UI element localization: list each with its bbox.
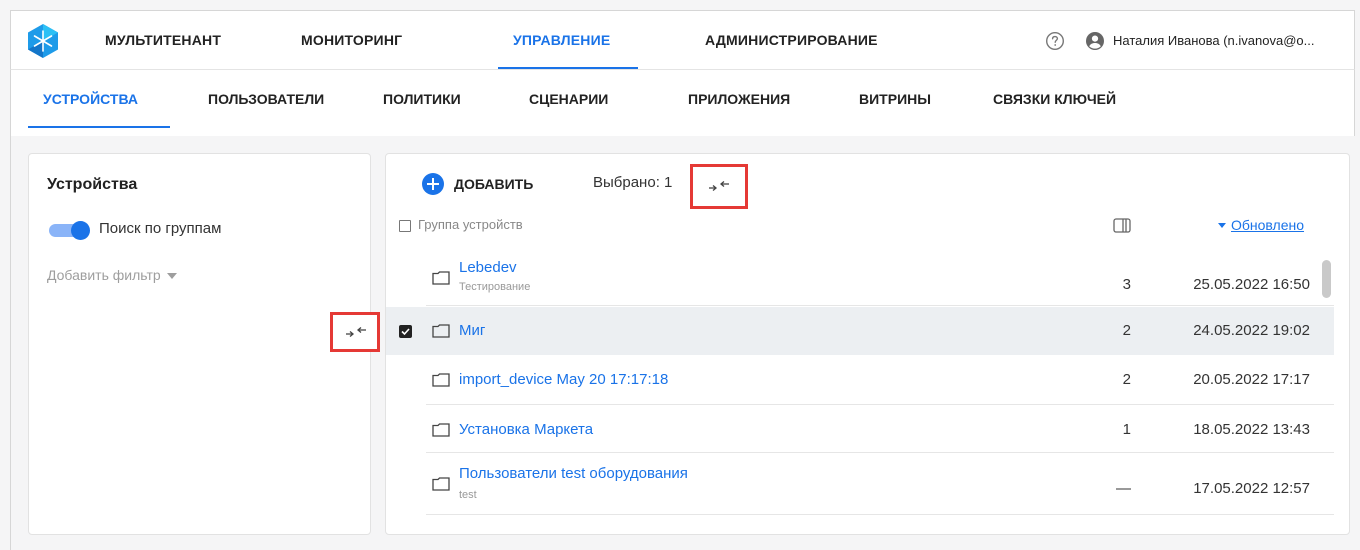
- tab-devices[interactable]: УСТРОЙСТВА: [43, 70, 138, 130]
- topnav-monitoring[interactable]: МОНИТОРИНГ: [301, 11, 402, 70]
- table-header: Группа устройств Обновлено: [386, 211, 1349, 243]
- tab-showcases[interactable]: ВИТРИНЫ: [859, 70, 931, 130]
- topnav-management[interactable]: УПРАВЛЕНИЕ: [513, 11, 610, 70]
- sort-desc-icon[interactable]: [1218, 223, 1226, 228]
- folder-icon: [432, 271, 450, 285]
- folder-icon: [432, 477, 450, 491]
- select-all-checkbox[interactable]: [399, 220, 411, 232]
- folder-icon: [432, 324, 450, 338]
- row-checkbox-checked[interactable]: [399, 325, 412, 338]
- table-row[interactable]: Установка Маркета 1 18.05.2022 13:43: [386, 405, 1334, 453]
- tab-scenarios[interactable]: СЦЕНАРИИ: [529, 70, 608, 130]
- group-search-toggle[interactable]: [47, 221, 91, 240]
- table-row[interactable]: Миг 2 24.05.2022 19:02: [386, 307, 1334, 355]
- help-circle-icon[interactable]: [1045, 31, 1065, 51]
- row-updated-date: 24.05.2022 19:02: [1193, 322, 1310, 339]
- row-device-count: 3: [1122, 276, 1131, 293]
- table-row[interactable]: Пользователи test оборудования test — 17…: [386, 453, 1334, 515]
- account-circle-icon[interactable]: [1085, 31, 1105, 51]
- add-filter-dropdown[interactable]: Добавить фильтр: [47, 267, 177, 283]
- row-name[interactable]: Установка Маркета: [459, 421, 593, 438]
- collapse-arrows-icon: [709, 181, 729, 191]
- tab-applications[interactable]: ПРИЛОЖЕНИЯ: [688, 70, 790, 130]
- top-navigation-bar: МУЛЬТИТЕНАНТ МОНИТОРИНГ УПРАВЛЕНИЕ АДМИН…: [10, 10, 1355, 70]
- tab-keychains[interactable]: СВЯЗКИ КЛЮЧЕЙ: [993, 70, 1116, 130]
- topnav-administration[interactable]: АДМИНИСТРИРОВАНИЕ: [705, 11, 878, 70]
- row-device-count: —: [1116, 480, 1131, 497]
- user-name[interactable]: Наталия Иванова (n.ivanova@o...: [1113, 11, 1353, 70]
- caret-down-icon: [166, 273, 177, 280]
- row-device-count: 1: [1122, 421, 1131, 438]
- row-name[interactable]: Пользователи test оборудования: [459, 465, 688, 482]
- tab-active-indicator: [28, 126, 170, 128]
- row-updated-date: 20.05.2022 17:17: [1193, 371, 1310, 388]
- row-subtitle: Тестирование: [459, 281, 531, 293]
- row-device-count: 2: [1122, 322, 1131, 339]
- check-icon: [401, 328, 410, 336]
- row-subtitle: test: [459, 489, 477, 501]
- columns-icon[interactable]: [1113, 218, 1131, 233]
- app-logo-icon[interactable]: [25, 23, 61, 59]
- tab-users[interactable]: ПОЛЬЗОВАТЕЛИ: [208, 70, 324, 130]
- row-name[interactable]: Lebedev: [459, 259, 517, 276]
- topnav-active-indicator: [498, 67, 638, 69]
- row-updated-date: 17.05.2022 12:57: [1193, 480, 1310, 497]
- page-border: [10, 136, 11, 550]
- row-name[interactable]: Миг: [459, 322, 485, 339]
- sort-by-updated[interactable]: Обновлено: [1231, 217, 1304, 233]
- plus-circle-icon: [422, 173, 444, 195]
- collapse-panel-button[interactable]: [330, 312, 380, 352]
- topnav-multitenant[interactable]: МУЛЬТИТЕНАНТ: [105, 11, 221, 70]
- scrollbar-thumb[interactable]: [1322, 260, 1331, 298]
- folder-icon: [432, 423, 450, 437]
- filter-panel: Устройства Поиск по группам Добавить фил…: [28, 153, 371, 535]
- add-button-label: ДОБАВИТЬ: [454, 176, 534, 192]
- row-name[interactable]: import_device May 20 17:17:18: [459, 371, 668, 388]
- row-updated-date: 18.05.2022 13:43: [1193, 421, 1310, 438]
- section-tabs: УСТРОЙСТВА ПОЛЬЗОВАТЕЛИ ПОЛИТИКИ СЦЕНАРИ…: [10, 70, 1355, 136]
- filter-panel-title: Устройства: [47, 176, 138, 193]
- selected-count: Выбрано: 1: [593, 174, 673, 191]
- device-groups-panel: ДОБАВИТЬ Выбрано: 1 Группа устройств Обн…: [385, 153, 1350, 535]
- add-filter-label: Добавить фильтр: [47, 267, 161, 283]
- row-device-count: 2: [1122, 371, 1131, 388]
- folder-icon: [432, 373, 450, 387]
- table-row[interactable]: import_device May 20 17:17:18 2 20.05.20…: [386, 355, 1334, 405]
- expand-panel-button[interactable]: [690, 164, 748, 209]
- column-header-group: Группа устройств: [418, 217, 523, 232]
- table-row[interactable]: Lebedev Тестирование 3 25.05.2022 16:50: [386, 247, 1334, 306]
- tab-policies[interactable]: ПОЛИТИКИ: [383, 70, 461, 130]
- collapse-arrows-icon: [346, 327, 366, 337]
- row-updated-date: 25.05.2022 16:50: [1193, 276, 1310, 293]
- group-search-label: Поиск по группам: [99, 220, 222, 237]
